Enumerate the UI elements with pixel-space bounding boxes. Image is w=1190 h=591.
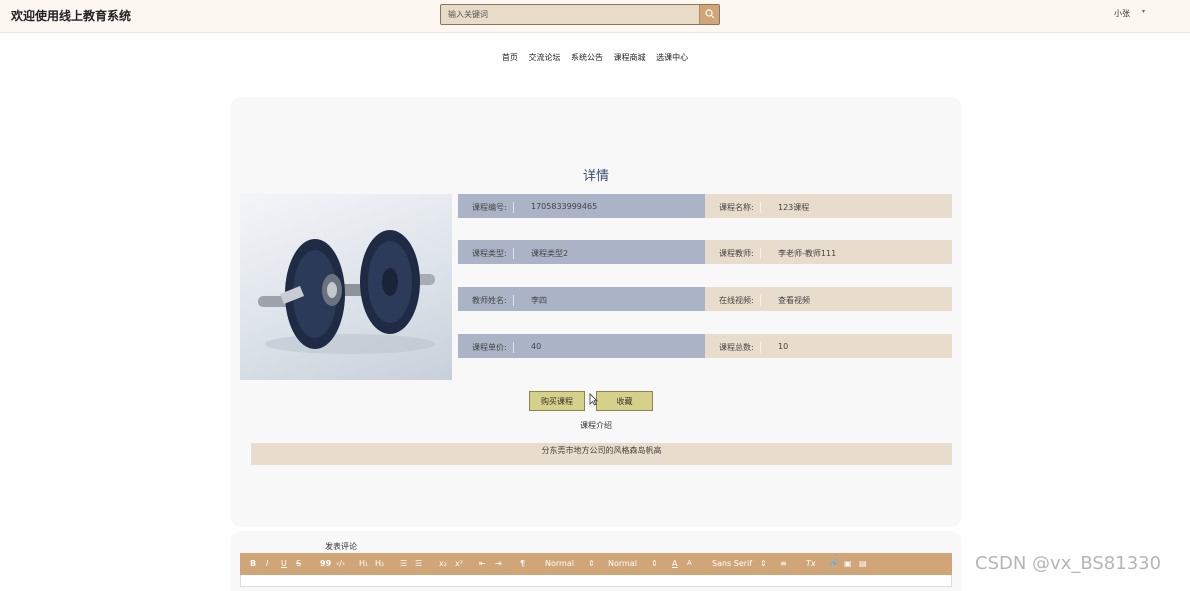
field-value: 123课程 bbox=[778, 203, 810, 212]
search-icon bbox=[705, 9, 715, 19]
course-intro-title: 课程介绍 bbox=[580, 421, 612, 430]
dumbbell-icon bbox=[258, 230, 435, 354]
top-header: 欢迎使用线上教育系统 小张 ▾ bbox=[0, 0, 1190, 33]
comment-editor[interactable] bbox=[240, 575, 952, 587]
text-direction-button[interactable]: ¶ bbox=[520, 559, 525, 568]
field-value: 李老师-教师111 bbox=[778, 249, 837, 258]
chevron-down-icon[interactable]: ▾ bbox=[1142, 8, 1145, 15]
field-label: 教师姓名: bbox=[472, 295, 514, 306]
nav-item-home[interactable]: 首页 bbox=[502, 53, 518, 62]
field-value: 40 bbox=[531, 342, 542, 351]
size-select[interactable]: Normal bbox=[545, 559, 574, 568]
font-color-button[interactable]: A bbox=[672, 559, 677, 568]
comment-label: 发表评论 bbox=[325, 542, 357, 551]
ordered-list-button[interactable]: ☰ bbox=[400, 559, 407, 568]
editor-toolbar: B I U S 99 ‹/› H₁ H₂ ☰ ☰ x₂ x² ⇤ ⇥ ¶ Nor… bbox=[240, 553, 952, 575]
chevron-down-icon: ⇕ bbox=[588, 559, 595, 568]
indent-button[interactable]: ⇥ bbox=[495, 559, 502, 568]
image-button[interactable]: ▣ bbox=[844, 559, 852, 568]
field-label: 课程编号: bbox=[472, 202, 514, 213]
field-value: 10 bbox=[778, 342, 789, 351]
field-value: 李四 bbox=[531, 296, 547, 305]
search-box bbox=[440, 4, 720, 25]
site-title: 欢迎使用线上教育系统 bbox=[11, 9, 132, 23]
code-button[interactable]: ‹/› bbox=[336, 559, 345, 568]
background-color-button[interactable]: A bbox=[687, 559, 692, 567]
field-value: 1705833999465 bbox=[531, 202, 598, 211]
font-select[interactable]: Sans Serif bbox=[712, 559, 752, 568]
clean-format-button[interactable]: Tx bbox=[806, 559, 816, 568]
field-label: 课程名称: bbox=[719, 202, 761, 213]
field-value: 课程类型2 bbox=[531, 249, 569, 258]
page-title: 详情 bbox=[582, 169, 609, 184]
field-online-video: 在线视频: 查看视频 bbox=[705, 287, 952, 311]
bullet-list-button[interactable]: ☰ bbox=[415, 559, 422, 568]
quote-button[interactable]: 99 bbox=[320, 559, 331, 568]
view-video-link[interactable]: 查看视频 bbox=[778, 295, 810, 306]
field-teacher-name: 教师姓名: 李四 bbox=[458, 287, 705, 311]
mouse-cursor-icon bbox=[589, 393, 598, 406]
chevron-down-icon: ⇕ bbox=[651, 559, 658, 568]
field-label: 课程单价: bbox=[472, 342, 514, 353]
course-image bbox=[240, 194, 452, 380]
chevron-down-icon: ⇕ bbox=[760, 559, 767, 568]
strike-button[interactable]: S bbox=[296, 559, 301, 568]
main-nav: 首页 交流论坛 系统公告 课程商城 选课中心 bbox=[0, 52, 1190, 63]
subscript-button[interactable]: x₂ bbox=[439, 559, 447, 568]
field-course-total: 课程总数: 10 bbox=[705, 334, 952, 358]
field-label: 课程总数: bbox=[719, 342, 761, 353]
align-button[interactable]: ≡ bbox=[780, 559, 787, 568]
watermark: CSDN @vx_BS81330 bbox=[975, 553, 1162, 574]
favorite-button[interactable]: 收藏 bbox=[596, 391, 653, 411]
field-course-type: 课程类型: 课程类型2 bbox=[458, 240, 705, 264]
video-button[interactable]: ▤ bbox=[859, 559, 867, 568]
course-intro-text: 分东莞市地方公司的风格森岛帆高 bbox=[251, 443, 952, 465]
h1-button[interactable]: H₁ bbox=[359, 559, 368, 568]
link-button[interactable]: 🔗 bbox=[829, 559, 839, 568]
buy-course-button[interactable]: 购买课程 bbox=[529, 391, 585, 411]
italic-button[interactable]: I bbox=[266, 559, 268, 568]
header-select[interactable]: Normal bbox=[608, 559, 637, 568]
field-course-name: 课程名称: 123课程 bbox=[705, 194, 952, 218]
user-menu[interactable]: 小张 bbox=[1114, 8, 1130, 19]
underline-button[interactable]: U bbox=[281, 559, 287, 568]
nav-item-forum[interactable]: 交流论坛 bbox=[528, 53, 560, 62]
field-course-price: 课程单价: 40 bbox=[458, 334, 705, 358]
outdent-button[interactable]: ⇤ bbox=[479, 559, 486, 568]
field-course-teacher: 课程教师: 李老师-教师111 bbox=[705, 240, 952, 264]
field-course-id: 课程编号: 1705833999465 bbox=[458, 194, 705, 218]
search-button[interactable] bbox=[699, 5, 719, 24]
nav-item-course-shop[interactable]: 课程商城 bbox=[614, 53, 646, 62]
field-label: 课程教师: bbox=[719, 248, 761, 259]
h2-button[interactable]: H₂ bbox=[375, 559, 384, 568]
field-label: 在线视频: bbox=[719, 295, 761, 306]
search-input[interactable] bbox=[441, 5, 699, 24]
field-label: 课程类型: bbox=[472, 248, 514, 259]
nav-item-course-select[interactable]: 选课中心 bbox=[656, 53, 688, 62]
bold-button[interactable]: B bbox=[250, 559, 256, 568]
nav-item-announcement[interactable]: 系统公告 bbox=[571, 53, 603, 62]
superscript-button[interactable]: x² bbox=[455, 559, 463, 568]
